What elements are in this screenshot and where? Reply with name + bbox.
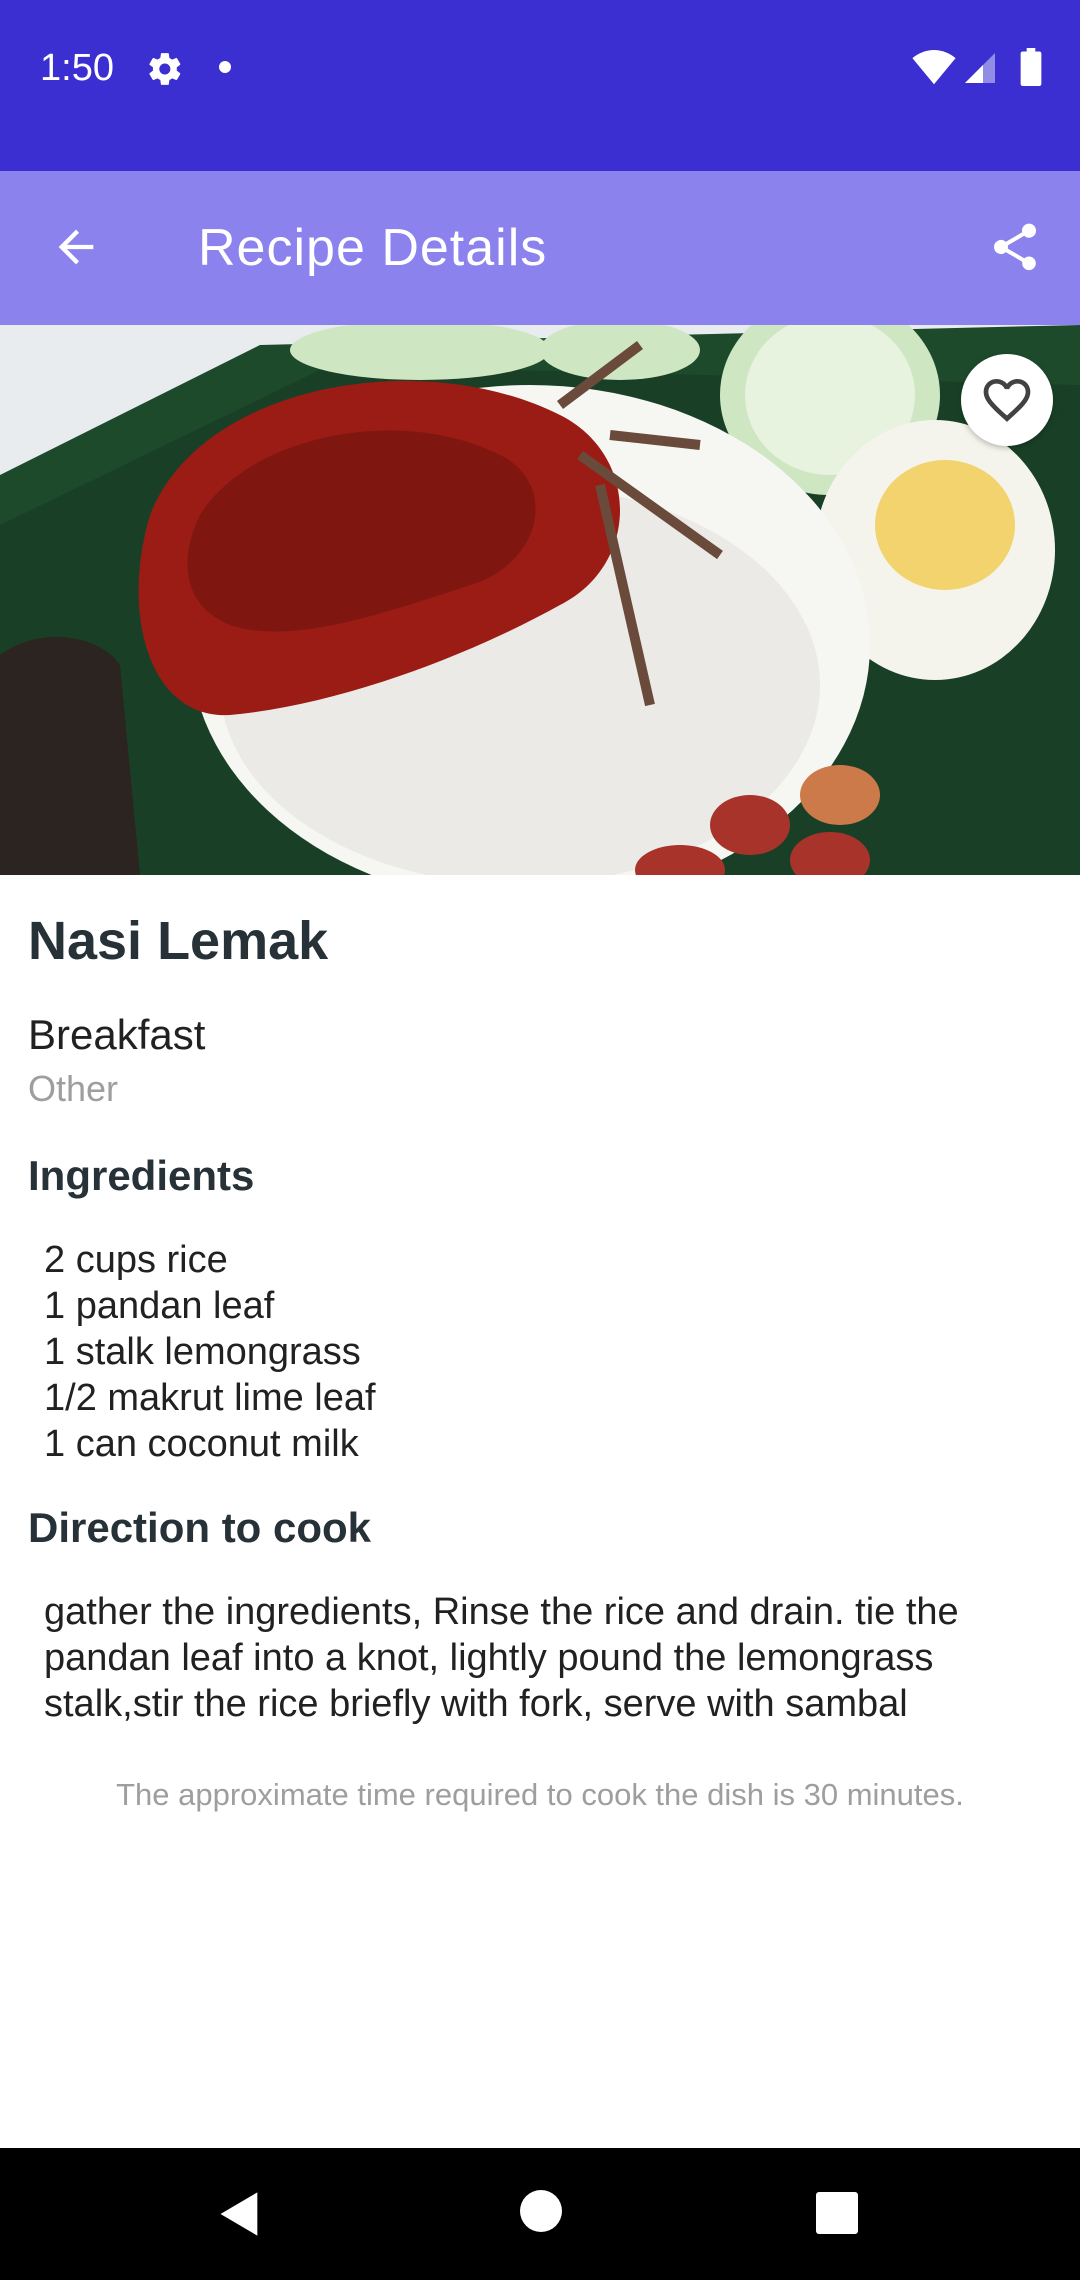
share-icon <box>993 223 1037 271</box>
app-bar: Recipe Details <box>0 171 1080 325</box>
recipe-image <box>0 325 1080 875</box>
gear-icon <box>149 53 181 85</box>
back-button[interactable] <box>36 207 116 287</box>
signal-icon <box>965 53 995 83</box>
directions-heading: Direction to cook <box>28 1504 372 1551</box>
wifi-icon <box>912 50 956 85</box>
ingredients-list: 2 cups rice 1 pandan leaf 1 stalk lemong… <box>44 1237 376 1467</box>
nav-recents-icon[interactable] <box>816 2192 858 2234</box>
ingredient-item: 1 stalk lemongrass <box>44 1331 361 1373</box>
arrow-back-icon <box>58 229 94 265</box>
ingredient-item: 1 pandan leaf <box>44 1285 275 1327</box>
ingredient-item: 1 can coconut milk <box>44 1423 359 1465</box>
notification-dot-icon <box>219 61 231 73</box>
share-button[interactable] <box>975 207 1055 287</box>
ingredients-heading: Ingredients <box>28 1152 255 1199</box>
status-time: 1:50 <box>40 47 114 89</box>
nav-home-icon[interactable] <box>520 2190 562 2232</box>
recipe-name: Nasi Lemak <box>28 911 329 971</box>
recipe-category: Breakfast <box>28 1011 206 1058</box>
status-bar: 1:50 <box>0 0 1080 171</box>
nav-back-icon[interactable] <box>214 2188 266 2240</box>
page-title: Recipe Details <box>198 219 548 277</box>
cook-time-note: The approximate time required to cook th… <box>116 1777 964 1812</box>
heart-outline-icon <box>983 379 1031 422</box>
ingredient-item: 2 cups rice <box>44 1239 228 1281</box>
recipe-subcategory: Other <box>28 1068 119 1109</box>
system-nav-bar <box>0 2148 1080 2280</box>
directions-text: gather the ingredients, Rinse the rice a… <box>44 1591 959 1725</box>
favorite-button[interactable] <box>961 354 1053 446</box>
dish-photo <box>0 325 1080 875</box>
ingredient-item: 1/2 makrut lime leaf <box>44 1377 376 1419</box>
battery-icon <box>1020 48 1042 86</box>
